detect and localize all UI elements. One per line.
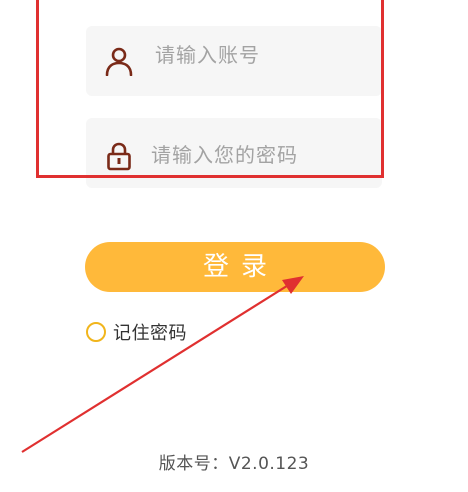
checkbox-circle-icon[interactable]: [86, 322, 106, 342]
version-label: 版本号：V2.0.123: [158, 454, 310, 474]
remember-password-checkbox[interactable]: 记住密码: [86, 320, 187, 344]
annotation-highlight-box: [36, 0, 384, 178]
remember-password-label: 记住密码: [113, 323, 187, 344]
login-button[interactable]: 登录: [85, 242, 385, 292]
